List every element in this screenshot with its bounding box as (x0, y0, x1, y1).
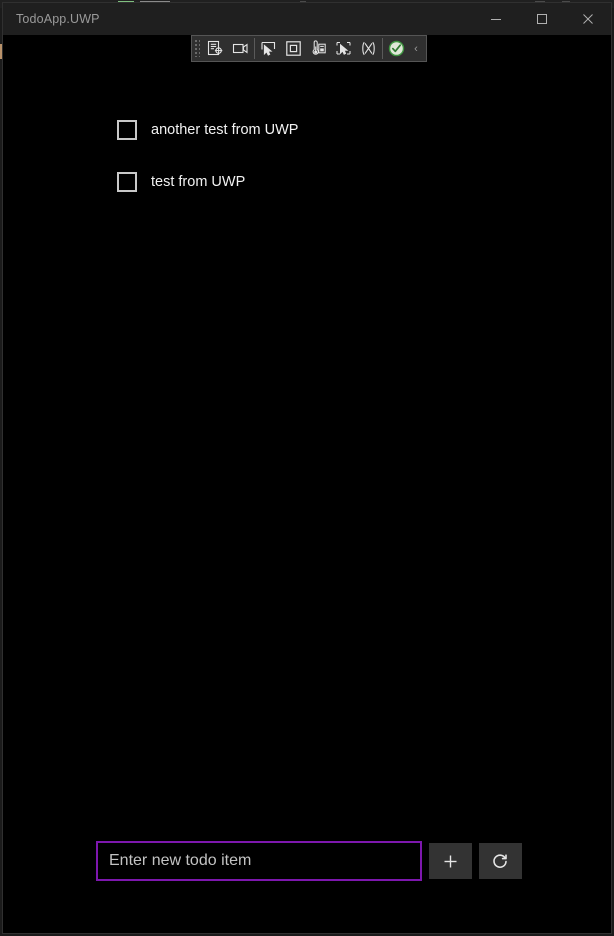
todo-checkbox[interactable] (117, 120, 137, 140)
toolbar-button-hot-reload[interactable] (356, 35, 381, 62)
toolbar-button-live-visual-tree[interactable] (203, 35, 228, 62)
toolbar-button-select-element[interactable] (281, 35, 306, 62)
select-element-icon (285, 40, 302, 57)
title-bar[interactable]: TodoApp.UWP (3, 3, 611, 35)
toolbar-button-hot-reload-status[interactable] (384, 35, 409, 62)
todo-item[interactable]: another test from UWP (117, 120, 537, 140)
toolbar-button-enable-selection[interactable] (256, 35, 281, 62)
todo-item[interactable]: test from UWP (117, 172, 537, 192)
xaml-in-app-toolbar[interactable]: ‹ (191, 35, 427, 62)
minimize-button[interactable] (473, 3, 519, 35)
track-focused-element-icon (310, 40, 327, 57)
toolbar-separator (382, 38, 383, 59)
add-todo-button[interactable] (429, 843, 472, 879)
todo-item-label: another test from UWP (151, 122, 299, 138)
client-area: ‹ another test from UWP test from UWP (3, 35, 611, 933)
plus-icon (442, 853, 459, 870)
enable-selection-icon (260, 40, 277, 57)
toolbar-button-layout-adorners[interactable] (228, 35, 253, 62)
new-todo-entry-bar (96, 841, 522, 881)
refresh-icon (491, 852, 510, 871)
toolbar-button-preview-selection[interactable] (331, 35, 356, 62)
close-icon (582, 13, 594, 25)
minimize-icon (490, 13, 502, 25)
toolbar-separator (254, 38, 255, 59)
display-layout-adorners-icon (232, 40, 249, 57)
window-title: TodoApp.UWP (16, 12, 100, 26)
toolbar-collapse-button[interactable]: ‹ (409, 35, 423, 62)
preview-selection-icon (335, 40, 352, 57)
toolbar-drag-grip[interactable] (192, 35, 203, 62)
todo-item-label: test from UWP (151, 174, 246, 190)
refresh-todos-button[interactable] (479, 843, 522, 879)
app-window: TodoApp.UWP ‹ another test from UWP test… (2, 2, 612, 934)
window-controls (473, 3, 611, 35)
todo-checkbox[interactable] (117, 172, 137, 192)
todo-list: another test from UWP test from UWP (117, 120, 537, 224)
hot-reload-success-icon (388, 40, 405, 57)
go-to-live-visual-tree-icon (207, 40, 224, 57)
hot-reload-icon (360, 40, 377, 57)
new-todo-input[interactable] (96, 841, 422, 881)
toolbar-button-track-focused-element[interactable] (306, 35, 331, 62)
grip-dots-icon (195, 40, 200, 57)
maximize-button[interactable] (519, 3, 565, 35)
maximize-icon (536, 13, 548, 25)
close-button[interactable] (565, 3, 611, 35)
